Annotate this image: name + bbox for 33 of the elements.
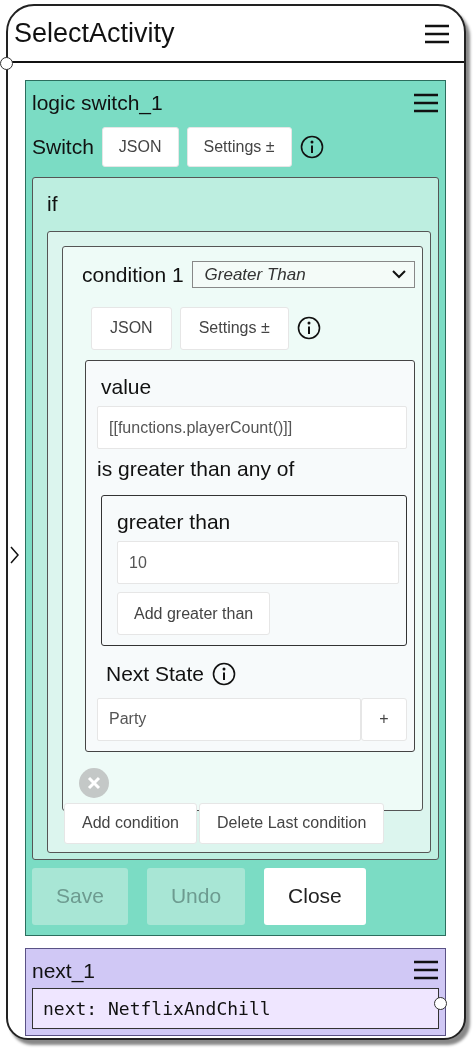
comparison-text: is greater than any of xyxy=(97,456,296,482)
field-label: Next State xyxy=(106,661,205,687)
window-title: SelectActivity xyxy=(14,17,175,51)
section-label: if xyxy=(47,190,59,217)
add-button[interactable]: Add greater than xyxy=(117,592,271,635)
state-field[interactable]: Party xyxy=(97,697,361,741)
value-field[interactable]: [[functions.playerCount()]] xyxy=(97,406,407,449)
condition-label: condition 1 xyxy=(82,262,184,288)
toolbar-button[interactable]: Settings ± xyxy=(179,306,289,350)
field-label: value xyxy=(101,373,153,400)
toolbar-button[interactable]: Settings ± xyxy=(186,126,292,167)
field-label: greater than xyxy=(117,508,232,535)
port-handle[interactable] xyxy=(0,57,13,70)
info-icon[interactable] xyxy=(212,661,237,686)
menu-icon[interactable] xyxy=(424,23,450,44)
node-title: next_1 xyxy=(32,957,96,985)
toolbar-button[interactable]: JSON xyxy=(91,306,172,350)
action-button[interactable]: Close xyxy=(264,867,366,925)
node-title: logic switch_1 xyxy=(32,90,163,117)
value-field[interactable]: 10 xyxy=(117,541,399,584)
info-icon[interactable] xyxy=(299,134,324,159)
menu-icon[interactable] xyxy=(413,92,439,113)
toolbar-button[interactable]: JSON xyxy=(101,126,179,167)
section-label: Switch xyxy=(32,133,94,160)
operator-dropdown[interactable]: Greater Than xyxy=(191,261,415,289)
menu-icon[interactable] xyxy=(413,960,439,981)
condition-button[interactable]: Delete Last condition xyxy=(198,802,385,844)
info-icon[interactable] xyxy=(296,316,321,340)
chevron-down-icon xyxy=(392,270,406,280)
condition-button[interactable]: Add condition xyxy=(64,802,197,844)
close-icon xyxy=(87,775,101,790)
add-button[interactable]: + xyxy=(361,697,407,741)
chevron-right-icon[interactable] xyxy=(10,546,19,564)
